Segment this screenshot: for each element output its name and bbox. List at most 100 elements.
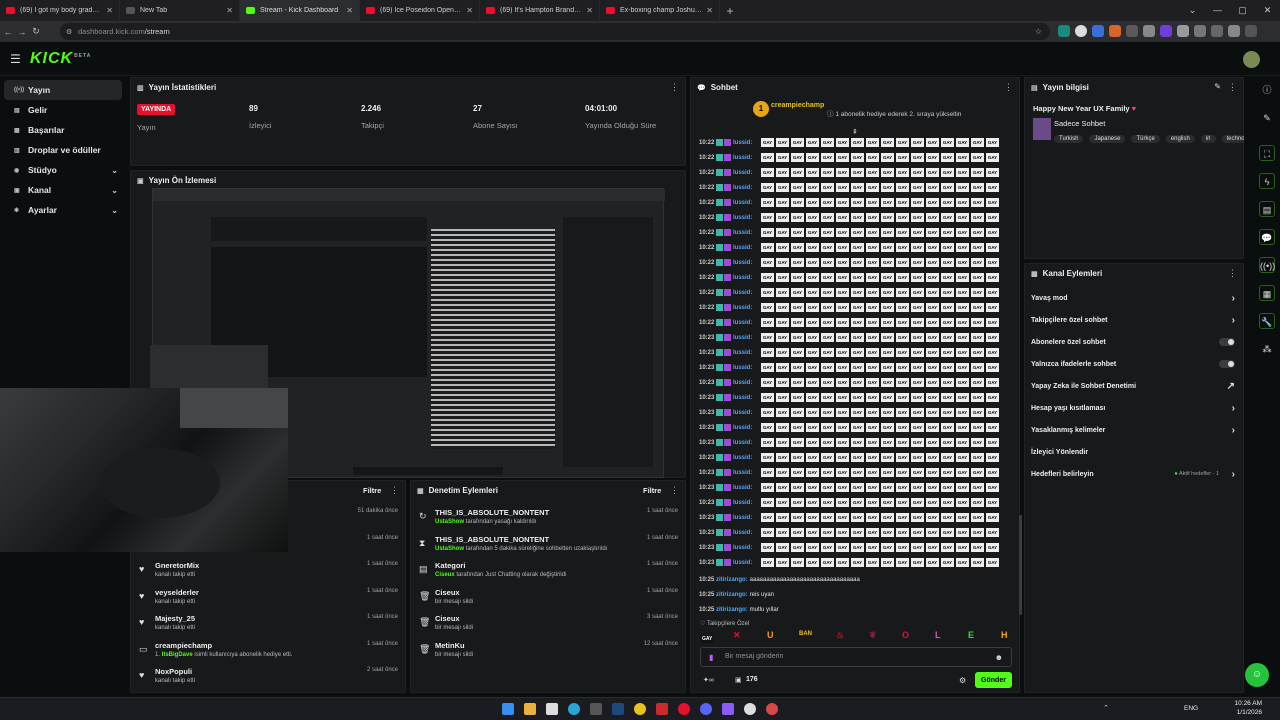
emote-h[interactable]: H (1001, 630, 1008, 640)
profile-avatar[interactable] (1228, 25, 1240, 37)
extensions-puzzle-icon[interactable] (1177, 25, 1189, 37)
browser-tab[interactable]: Stream - Kick Dashboard ✕ (240, 0, 360, 21)
url-field[interactable]: ⚙ dashboard.kick.com/stream ☆ (60, 23, 1050, 40)
tab-close-icon[interactable]: ✕ (706, 6, 713, 15)
moderation-target[interactable]: THIS_IS_ABSOLUTE_NONTENT (435, 508, 549, 517)
wrench-icon[interactable]: 🔧 (1259, 313, 1275, 329)
chat-bubble-icon[interactable]: 💬 (1259, 229, 1275, 245)
chat-username[interactable]: Iussid: (733, 410, 752, 416)
notepad-icon[interactable] (546, 703, 558, 715)
chat-username[interactable]: Iussid: (733, 545, 752, 551)
close-window-button[interactable]: ✕ (1255, 0, 1280, 21)
chat-username[interactable]: Iussid: (733, 155, 752, 161)
clock-date[interactable]: 1/1/2026 (1232, 709, 1262, 716)
broadcast-icon[interactable]: ((•)) (1259, 257, 1275, 273)
chat-username[interactable]: Iussid: (733, 260, 752, 266)
chat-username[interactable]: Iussid: (733, 170, 752, 176)
chat-username[interactable]: Iussid: (733, 230, 752, 236)
chat-username[interactable]: Iussid: (733, 350, 752, 356)
channel-action-item[interactable]: Yapay Zeka ile Sohbet Denetimi ↗ (1025, 375, 1245, 397)
channel-action-item[interactable]: Yasaklanmış kelimeler › (1025, 419, 1245, 441)
chat-username[interactable]: Iussid: (733, 335, 752, 341)
download-icon[interactable] (1194, 25, 1206, 37)
chat-username[interactable]: Iussid: (733, 305, 752, 311)
new-tab-button[interactable]: + (720, 4, 740, 18)
edge-icon[interactable] (568, 703, 580, 715)
tab-close-icon[interactable]: ✕ (586, 6, 593, 15)
edit-icon[interactable]: ✎ (1259, 110, 1275, 126)
emote-flame[interactable]: ♨ (836, 630, 844, 641)
sidebar-item[interactable]: ▥ Droplar ve ödüller (4, 140, 122, 160)
support-chat-bubble-icon[interactable]: ☺ (1245, 663, 1269, 687)
chat-username[interactable]: Iussid: (733, 560, 752, 566)
moderation-target[interactable]: Ciseux (435, 588, 460, 597)
chat-settings-gear-icon[interactable]: ⚙ (959, 676, 966, 685)
moderation-target[interactable]: Kategori (435, 561, 465, 570)
user-avatar[interactable] (1243, 51, 1260, 68)
moderation-target[interactable]: THIS_IS_ABSOLUTE_NONTENT (435, 535, 549, 544)
channel-action-item[interactable]: Hesap yaşı kısıtlaması › (1025, 397, 1245, 419)
chat-username[interactable]: Iussid: (733, 380, 752, 386)
extension-icon[interactable] (1092, 25, 1104, 37)
language-indicator[interactable]: ENG (1184, 705, 1198, 712)
file-explorer-icon[interactable] (524, 703, 536, 715)
sidebar-item[interactable]: ▣ Kanal ⌄ (4, 180, 122, 200)
more-options-icon[interactable]: ⋮ (390, 485, 399, 496)
back-icon[interactable]: ← (2, 27, 14, 37)
activity-user[interactable]: GneretorMix (155, 561, 199, 570)
chat-username[interactable]: zitirizango: (716, 607, 748, 613)
stream-tag[interactable]: english (1165, 135, 1195, 143)
extension-icon[interactable] (1109, 25, 1121, 37)
chat-username[interactable]: Iussid: (733, 320, 752, 326)
sidepanel-icon[interactable] (1211, 25, 1223, 37)
tab-close-icon[interactable]: ✕ (346, 6, 353, 15)
sidebar-item[interactable]: ✱ Ayarlar ⌄ (4, 200, 122, 220)
app-icon[interactable] (766, 703, 778, 715)
chat-username[interactable]: Iussid: (733, 245, 752, 251)
chat-username[interactable]: Iussid: (733, 440, 752, 446)
extension-icon[interactable] (1058, 25, 1070, 37)
extension-icon[interactable] (1143, 25, 1155, 37)
chat-username[interactable]: zitirizango: (716, 577, 748, 583)
discord-icon[interactable] (700, 703, 712, 715)
emote-ban[interactable]: BAN (799, 631, 812, 637)
chat-username[interactable]: Iussid: (733, 140, 752, 146)
bookmark-star-icon[interactable]: ☆ (1035, 27, 1042, 36)
more-options-icon[interactable]: ⋮ (1228, 82, 1237, 93)
channel-action-item[interactable]: İzleyici Yönlendir (1025, 441, 1245, 463)
toggle-switch[interactable] (1219, 338, 1235, 346)
chat-username[interactable]: Iussid: (733, 185, 752, 191)
chat-scrollbar[interactable] (1019, 515, 1022, 615)
layout-icon[interactable]: ▦ (1259, 285, 1275, 301)
emote-l[interactable]: L (935, 630, 941, 640)
activity-user[interactable]: creampiechamp (155, 641, 212, 650)
extension-icon[interactable] (1075, 25, 1087, 37)
chat-message-input[interactable]: ▮ Bir mesaj gönderin ☻ (700, 647, 1012, 667)
stream-tag[interactable]: Turkish (1054, 135, 1084, 143)
more-options-icon[interactable]: ⋮ (1004, 82, 1013, 93)
tab-close-icon[interactable]: ✕ (466, 6, 473, 15)
app-icon[interactable] (656, 703, 668, 715)
chat-username[interactable]: Iussid: (733, 470, 752, 476)
activity-filter-button[interactable]: Filtre (363, 486, 381, 495)
chat-username[interactable]: Iussid: (733, 200, 752, 206)
stream-tag[interactable]: Türkçe (1131, 135, 1160, 143)
activity-user[interactable]: NoxPopuli (155, 667, 192, 676)
browser-tab[interactable]: (69) It's Hampton Brandon in Ne... ✕ (480, 0, 600, 21)
tab-close-icon[interactable]: ✕ (106, 6, 113, 15)
mic-icon[interactable]: ▮ (709, 653, 713, 662)
moderation-filter-button[interactable]: Filtre (643, 486, 661, 495)
channel-action-item[interactable]: Yavaş mod › (1025, 287, 1245, 309)
moderation-target[interactable]: Ciseux (435, 614, 460, 623)
emote-gay[interactable]: GAY (701, 635, 714, 643)
browser-tab[interactable]: (69) Ice Poseidon Opens Up co... ✕ (360, 0, 480, 21)
chat-username[interactable]: Iussid: (733, 365, 752, 371)
document-icon[interactable]: ▤ (1259, 201, 1275, 217)
emote-u[interactable]: U (767, 630, 774, 640)
lightning-icon[interactable]: ϟ (1259, 173, 1275, 189)
more-options-icon[interactable]: ⋮ (670, 485, 679, 496)
chat-username[interactable]: Iussid: (733, 500, 752, 506)
moderation-target[interactable]: MetinKu (435, 641, 465, 650)
sidebar-item[interactable]: ◉ Stüdyo ⌄ (4, 160, 122, 180)
chat-username[interactable]: Iussid: (733, 515, 752, 521)
